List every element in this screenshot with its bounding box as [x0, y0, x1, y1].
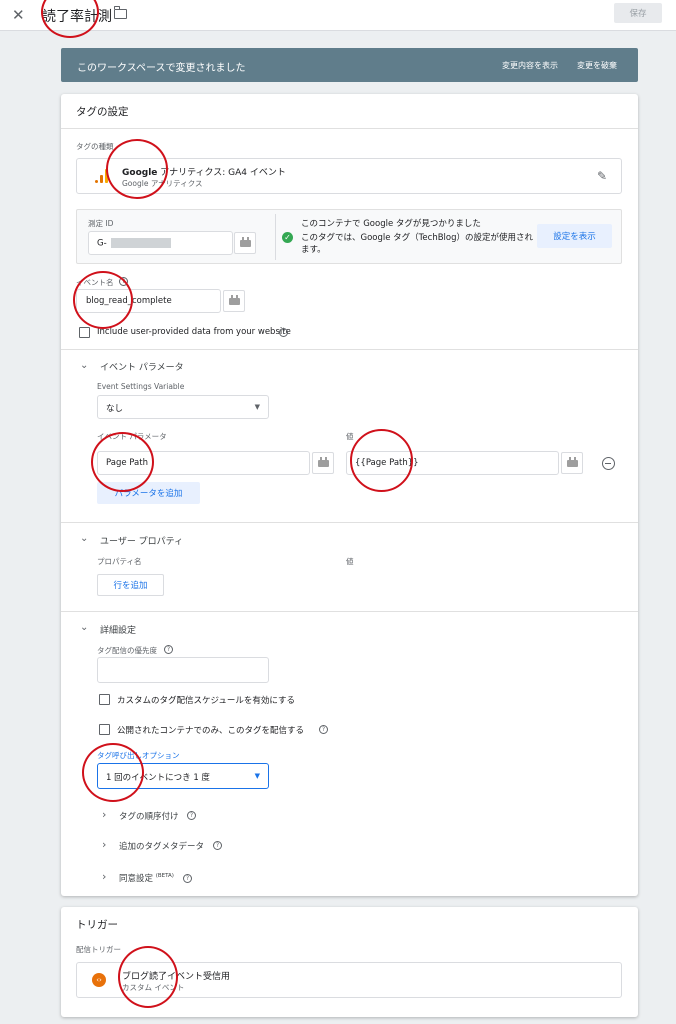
close-icon[interactable]: ✕: [12, 6, 25, 24]
help-icon[interactable]: ?: [183, 874, 192, 883]
chevron-right-icon[interactable]: ›: [102, 808, 106, 821]
chevron-down-icon[interactable]: ⌄: [80, 360, 88, 371]
tag-sequencing-link[interactable]: タグの順序付け: [119, 810, 179, 822]
consent-settings-link[interactable]: 同意設定 (BETA): [119, 872, 174, 884]
measurement-panel: 測定 ID G- このコンテナで Google タグが見つかりました ✓ このタ…: [76, 209, 622, 264]
settings-var-select[interactable]: なし ▼: [97, 395, 269, 419]
dropdown-arrow-icon: ▼: [254, 772, 260, 780]
top-bar: ✕ 読了率計測 保存: [0, 0, 676, 31]
priority-label: タグ配信の優先度: [97, 646, 157, 655]
pencil-icon[interactable]: ✎: [597, 169, 607, 183]
advanced-section[interactable]: 詳細設定: [100, 623, 136, 636]
variable-picker-icon[interactable]: [312, 452, 334, 474]
trigger-title: トリガー: [76, 919, 118, 931]
chevron-down-icon[interactable]: ⌄: [80, 622, 88, 633]
show-settings-button[interactable]: 設定を表示: [537, 224, 612, 248]
page-title[interactable]: 読了率計測: [42, 6, 112, 26]
help-icon[interactable]: ?: [319, 725, 328, 734]
chevron-down-icon[interactable]: ⌄: [80, 533, 88, 544]
add-row-button[interactable]: 行を追加: [97, 574, 164, 596]
dropdown-arrow-icon: ▼: [254, 403, 260, 411]
analytics-bars-icon: [95, 169, 109, 185]
code-icon: ‹›: [92, 973, 106, 987]
remove-circle-icon[interactable]: [602, 457, 615, 470]
custom-schedule-label: カスタムのタグ配信スケジュールを有効にする: [117, 696, 295, 706]
chevron-right-icon[interactable]: ›: [102, 870, 106, 883]
event-name-input[interactable]: blog_read_complete: [76, 289, 221, 313]
trigger-item[interactable]: ‹› ブログ読了イベント受信用 カスタム イベント: [76, 962, 622, 998]
firing-triggers-label: 配信トリガー: [76, 945, 121, 954]
event-params-section[interactable]: イベント パラメータ: [100, 360, 184, 373]
check-circle-icon: ✓: [282, 232, 293, 243]
event-name-label: イベント名: [76, 278, 114, 287]
measurement-id-label: 測定 ID: [88, 219, 114, 228]
prop-col-label: プロパティ名: [97, 557, 142, 566]
redacted-value: [111, 238, 172, 248]
chevron-right-icon[interactable]: ›: [102, 838, 106, 851]
user-props-section[interactable]: ユーザー プロパティ: [100, 534, 183, 547]
firing-option-label: タグ呼び出しオプション: [97, 751, 180, 760]
trigger-name: ブログ読了イベント受信用: [122, 972, 231, 982]
trigger-type: カスタム イベント: [122, 983, 185, 992]
workspace-changed-banner: このワークスペースで変更されました 変更内容を表示 変更を破棄: [61, 48, 638, 82]
measurement-id-input[interactable]: G-: [88, 231, 233, 255]
tag-config-card: タグの設定 タグの種類 Google アナリティクス: GA4 イベント Goo…: [61, 94, 638, 896]
help-icon[interactable]: ?: [187, 811, 196, 820]
param-col-label: イベント パラメータ: [97, 432, 167, 441]
priority-input[interactable]: [97, 657, 269, 683]
published-only-checkbox[interactable]: [99, 724, 110, 735]
folder-icon[interactable]: [113, 6, 127, 19]
firing-option-select[interactable]: 1 回のイベントにつき 1 度 ▼: [97, 763, 269, 789]
tag-type-selector[interactable]: Google アナリティクス: GA4 イベント Google アナリティクス …: [76, 158, 622, 194]
settings-var-label: Event Settings Variable: [97, 382, 185, 391]
tag-metadata-link[interactable]: 追加のタグメタデータ: [119, 840, 204, 852]
variable-picker-icon[interactable]: [223, 290, 245, 312]
param-name-input[interactable]: Page Path: [97, 451, 310, 475]
variable-picker-icon[interactable]: [561, 452, 583, 474]
discard-changes-link[interactable]: 変更を破棄: [577, 60, 617, 71]
help-icon[interactable]: ?: [164, 645, 173, 654]
tag-type-name: Google アナリティクス: GA4 イベント: [122, 168, 286, 178]
tag-config-title: タグの設定: [76, 106, 129, 118]
include-user-data-label: Include user-provided data from your web…: [97, 327, 291, 337]
value-col-label: 値: [346, 432, 354, 441]
notice-line1: このコンテナで Google タグが見つかりました: [301, 219, 481, 229]
help-icon[interactable]: ?: [279, 328, 288, 337]
tag-type-label: タグの種類: [76, 142, 114, 151]
custom-schedule-checkbox[interactable]: [99, 694, 110, 705]
prop-value-col-label: 値: [346, 557, 354, 566]
notice-line2: このタグでは、Google タグ（TechBlog）の設定が使用されます。: [301, 233, 534, 255]
show-changes-link[interactable]: 変更内容を表示: [502, 60, 558, 71]
help-icon[interactable]: ?: [213, 841, 222, 850]
banner-message: このワークスペースで変更されました: [77, 63, 246, 74]
help-icon[interactable]: ?: [119, 277, 128, 286]
param-value-input[interactable]: {{Page Path}}: [346, 451, 559, 475]
trigger-card: トリガー 配信トリガー ‹› ブログ読了イベント受信用 カスタム イベント: [61, 907, 638, 1017]
tag-type-sub: Google アナリティクス: [122, 179, 203, 188]
published-only-label: 公開されたコンテナでのみ、このタグを配信する: [117, 726, 305, 736]
save-button[interactable]: 保存: [614, 3, 662, 23]
variable-picker-icon[interactable]: [234, 232, 256, 254]
include-user-data-checkbox[interactable]: [79, 327, 90, 338]
add-parameter-button[interactable]: パラメータを追加: [97, 482, 200, 504]
